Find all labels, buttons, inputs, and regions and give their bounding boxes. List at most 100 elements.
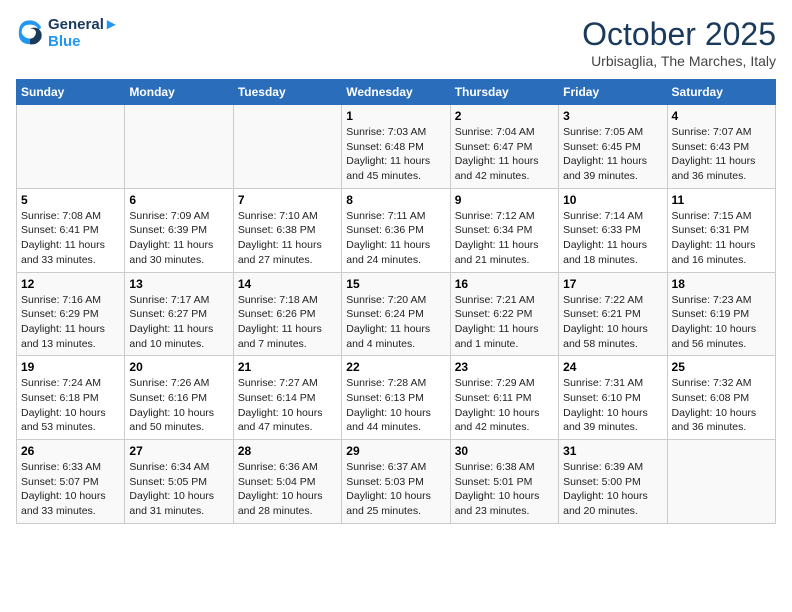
day-number: 2: [455, 109, 554, 123]
day-info: Sunrise: 7:23 AMSunset: 6:19 PMDaylight:…: [672, 293, 771, 352]
day-cell: 3Sunrise: 7:05 AMSunset: 6:45 PMDaylight…: [559, 105, 667, 189]
day-number: 25: [672, 360, 771, 374]
day-number: 9: [455, 193, 554, 207]
day-cell: 11Sunrise: 7:15 AMSunset: 6:31 PMDayligh…: [667, 188, 775, 272]
day-info: Sunrise: 6:36 AMSunset: 5:04 PMDaylight:…: [238, 460, 337, 519]
day-cell: 17 Sunrise: 7:22 AMSunset: 6:21 PMDayligh…: [559, 272, 667, 356]
day-number: 10: [563, 193, 662, 207]
col-tuesday: Tuesday: [233, 80, 341, 105]
day-cell: 24 Sunrise: 7:31 AMSunset: 6:10 PMDayligh…: [559, 356, 667, 440]
day-info: Sunrise: 7:17 AMSunset: 6:27 PMDaylight:…: [129, 293, 228, 352]
day-cell: 30Sunrise: 6:38 AMSunset: 5:01 PMDayligh…: [450, 440, 558, 524]
day-number: 18: [672, 277, 771, 291]
day-cell: 2 Sunrise: 7:04 AMSunset: 6:47 PMDaylight…: [450, 105, 558, 189]
week-row-2: 5 Sunrise: 7:08 AMSunset: 6:41 PMDaylight…: [17, 188, 776, 272]
day-cell: 12 Sunrise: 7:16 AMSunset: 6:29 PMDayligh…: [17, 272, 125, 356]
day-info: Sunrise: 7:11 AMSunset: 6:36 PMDaylight:…: [346, 209, 445, 268]
month-title: October 2025: [582, 16, 776, 53]
day-info: Sunrise: 6:39 AMSunset: 5:00 PMDaylight:…: [563, 460, 662, 519]
day-cell: 10 Sunrise: 7:14 AMSunset: 6:33 PMDayligh…: [559, 188, 667, 272]
day-number: 12: [21, 277, 120, 291]
day-cell: 26Sunrise: 6:33 AMSunset: 5:07 PMDayligh…: [17, 440, 125, 524]
day-info: Sunrise: 7:09 AMSunset: 6:39 PMDaylight:…: [129, 209, 228, 268]
day-cell: 6 Sunrise: 7:09 AMSunset: 6:39 PMDaylight…: [125, 188, 233, 272]
col-friday: Friday: [559, 80, 667, 105]
day-info: Sunrise: 6:37 AMSunset: 5:03 PMDaylight:…: [346, 460, 445, 519]
day-cell: 23Sunrise: 7:29 AMSunset: 6:11 PMDayligh…: [450, 356, 558, 440]
col-sunday: Sunday: [17, 80, 125, 105]
day-info: Sunrise: 7:21 AMSunset: 6:22 PMDaylight:…: [455, 293, 554, 352]
day-number: 31: [563, 444, 662, 458]
day-number: 20: [129, 360, 228, 374]
day-number: 6: [129, 193, 228, 207]
day-cell: 14Sunrise: 7:18 AMSunset: 6:26 PMDayligh…: [233, 272, 341, 356]
day-info: Sunrise: 7:15 AMSunset: 6:31 PMDaylight:…: [672, 209, 771, 268]
week-row-3: 12 Sunrise: 7:16 AMSunset: 6:29 PMDayligh…: [17, 272, 776, 356]
day-number: 27: [129, 444, 228, 458]
day-cell: 4 Sunrise: 7:07 AMSunset: 6:43 PMDaylight…: [667, 105, 775, 189]
day-number: 21: [238, 360, 337, 374]
day-number: 19: [21, 360, 120, 374]
day-info: Sunrise: 7:03 AMSunset: 6:48 PMDaylight:…: [346, 125, 445, 184]
day-cell: 5 Sunrise: 7:08 AMSunset: 6:41 PMDaylight…: [17, 188, 125, 272]
day-cell: 1 Sunrise: 7:03 AMSunset: 6:48 PMDaylight…: [342, 105, 450, 189]
day-info: Sunrise: 7:04 AMSunset: 6:47 PMDaylight:…: [455, 125, 554, 184]
week-row-5: 26Sunrise: 6:33 AMSunset: 5:07 PMDayligh…: [17, 440, 776, 524]
day-number: 1: [346, 109, 445, 123]
day-info: Sunrise: 7:14 AMSunset: 6:33 PMDaylight:…: [563, 209, 662, 268]
week-row-4: 19 Sunrise: 7:24 AMSunset: 6:18 PMDayligh…: [17, 356, 776, 440]
logo: General► Blue: [16, 16, 119, 50]
day-number: 13: [129, 277, 228, 291]
day-cell: 31 Sunrise: 6:39 AMSunset: 5:00 PMDayligh…: [559, 440, 667, 524]
day-cell: 9 Sunrise: 7:12 AMSunset: 6:34 PMDaylight…: [450, 188, 558, 272]
day-cell: 7 Sunrise: 7:10 AMSunset: 6:38 PMDaylight…: [233, 188, 341, 272]
day-cell: 29Sunrise: 6:37 AMSunset: 5:03 PMDayligh…: [342, 440, 450, 524]
day-cell: 27Sunrise: 6:34 AMSunset: 5:05 PMDayligh…: [125, 440, 233, 524]
day-cell: 20 Sunrise: 7:26 AMSunset: 6:16 PMDayligh…: [125, 356, 233, 440]
day-info: Sunrise: 7:22 AMSunset: 6:21 PMDaylight:…: [563, 293, 662, 352]
col-monday: Monday: [125, 80, 233, 105]
logo-icon: [16, 19, 44, 47]
day-info: Sunrise: 7:18 AMSunset: 6:26 PMDaylight:…: [238, 293, 337, 352]
day-info: Sunrise: 7:08 AMSunset: 6:41 PMDaylight:…: [21, 209, 120, 268]
day-number: 17: [563, 277, 662, 291]
week-row-1: 1 Sunrise: 7:03 AMSunset: 6:48 PMDaylight…: [17, 105, 776, 189]
header: General► Blue October 2025 Urbisaglia, T…: [16, 16, 776, 69]
day-info: Sunrise: 7:12 AMSunset: 6:34 PMDaylight:…: [455, 209, 554, 268]
logo-text: General► Blue: [48, 16, 119, 50]
day-number: 4: [672, 109, 771, 123]
day-info: Sunrise: 7:31 AMSunset: 6:10 PMDaylight:…: [563, 376, 662, 435]
day-cell: [17, 105, 125, 189]
day-info: Sunrise: 7:20 AMSunset: 6:24 PMDaylight:…: [346, 293, 445, 352]
day-cell: [667, 440, 775, 524]
title-area: October 2025 Urbisaglia, The Marches, It…: [582, 16, 776, 69]
day-number: 5: [21, 193, 120, 207]
day-info: Sunrise: 7:24 AMSunset: 6:18 PMDaylight:…: [21, 376, 120, 435]
day-cell: 18 Sunrise: 7:23 AMSunset: 6:19 PMDayligh…: [667, 272, 775, 356]
col-saturday: Saturday: [667, 80, 775, 105]
day-number: 7: [238, 193, 337, 207]
day-info: Sunrise: 7:05 AMSunset: 6:45 PMDaylight:…: [563, 125, 662, 184]
day-number: 24: [563, 360, 662, 374]
day-info: Sunrise: 7:26 AMSunset: 6:16 PMDaylight:…: [129, 376, 228, 435]
day-cell: 15Sunrise: 7:20 AMSunset: 6:24 PMDayligh…: [342, 272, 450, 356]
day-cell: 8 Sunrise: 7:11 AMSunset: 6:36 PMDaylight…: [342, 188, 450, 272]
day-number: 23: [455, 360, 554, 374]
day-cell: 25Sunrise: 7:32 AMSunset: 6:08 PMDayligh…: [667, 356, 775, 440]
day-info: Sunrise: 7:07 AMSunset: 6:43 PMDaylight:…: [672, 125, 771, 184]
day-number: 16: [455, 277, 554, 291]
day-cell: 19 Sunrise: 7:24 AMSunset: 6:18 PMDayligh…: [17, 356, 125, 440]
day-number: 22: [346, 360, 445, 374]
day-cell: 21Sunrise: 7:27 AMSunset: 6:14 PMDayligh…: [233, 356, 341, 440]
day-info: Sunrise: 7:10 AMSunset: 6:38 PMDaylight:…: [238, 209, 337, 268]
day-number: 8: [346, 193, 445, 207]
day-cell: [233, 105, 341, 189]
day-number: 28: [238, 444, 337, 458]
day-info: Sunrise: 7:28 AMSunset: 6:13 PMDaylight:…: [346, 376, 445, 435]
day-cell: [125, 105, 233, 189]
day-cell: 16 Sunrise: 7:21 AMSunset: 6:22 PMDayligh…: [450, 272, 558, 356]
day-info: Sunrise: 6:38 AMSunset: 5:01 PMDaylight:…: [455, 460, 554, 519]
day-info: Sunrise: 7:16 AMSunset: 6:29 PMDaylight:…: [21, 293, 120, 352]
location: Urbisaglia, The Marches, Italy: [582, 53, 776, 69]
header-row: Sunday Monday Tuesday Wednesday Thursday…: [17, 80, 776, 105]
